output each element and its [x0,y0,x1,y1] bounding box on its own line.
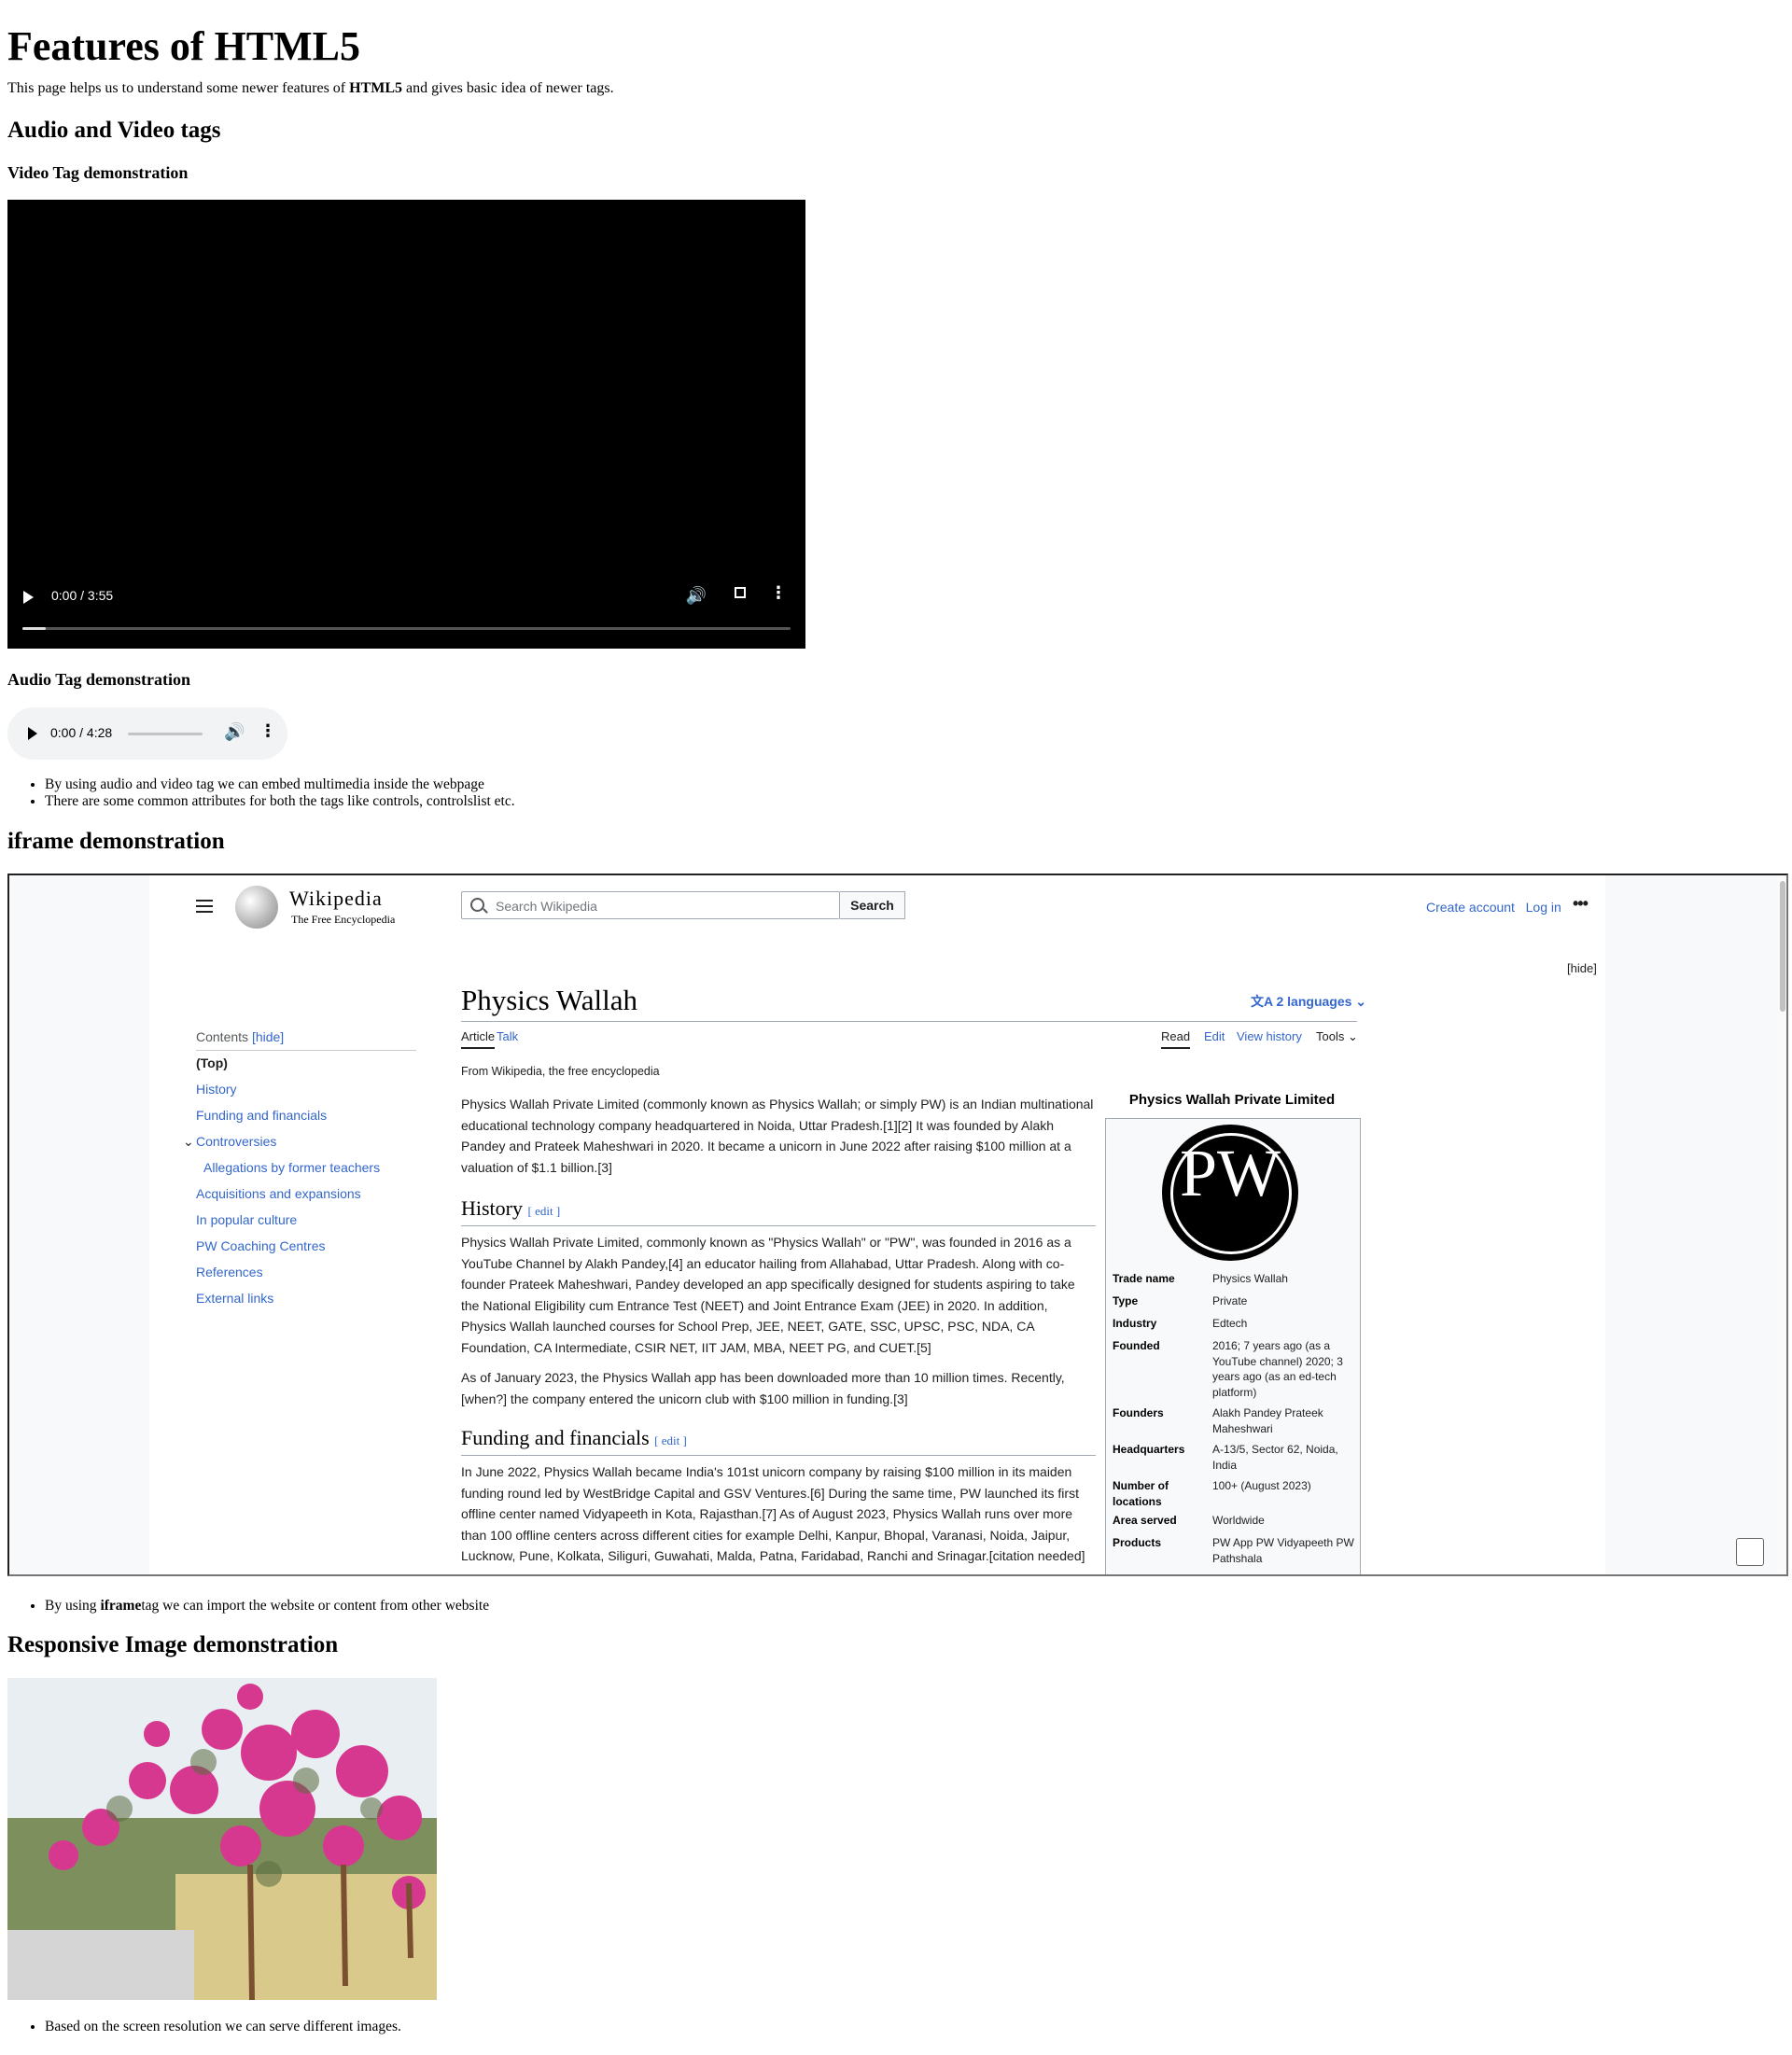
tab-read[interactable]: Read [1161,1029,1191,1049]
history-paragraph-2: As of January 2023, the Physics Wallah a… [461,1370,1065,1406]
list-item: Based on the screen resolution we can se… [45,2019,401,2035]
embedded-iframe[interactable]: Wikipedia The Free Encyclopedia Search W… [7,874,1788,1576]
account-links: Create account Log in [1426,900,1561,915]
bougainvillea-photo [7,1678,437,2000]
toc-item[interactable]: (Top) [196,1055,228,1070]
wikipedia-wordmark[interactable]: Wikipedia [289,887,383,911]
iframe-heading: iframe demonstration [7,829,225,854]
contents-hide-link[interactable]: [hide] [252,1029,284,1044]
list-item: By using iframetag we can import the web… [45,1598,489,1615]
video-progress-bar[interactable] [22,627,791,630]
wikipedia-globe-logo[interactable] [235,886,278,929]
toc-item[interactable]: Allegations by former teachers [203,1160,380,1175]
audio-player[interactable]: 0:00 / 4:28 🔊 ⋮ [7,707,287,760]
tab-view-history[interactable]: View history [1237,1029,1302,1043]
tab-tools[interactable]: Tools ⌄ [1316,1029,1358,1044]
wikipedia-page: Wikipedia The Free Encyclopedia Search W… [149,875,1605,1574]
video-heading: Video Tag demonstration [7,163,189,182]
responsive-heading: Responsive Image demonstration [7,1632,339,1657]
intro-text: This page helps us to understand some ne… [7,80,614,96]
video-time: 0:00 / 3:55 [51,588,114,603]
history-paragraph: Physics Wallah Private Limited, commonly… [461,1235,1075,1355]
article-source-note: From Wikipedia, the free encyclopedia [461,1065,660,1078]
photo-graphic [7,1678,437,2000]
av-bullets: By using audio and video tag we can embe… [7,776,515,810]
languages-button[interactable]: 文A 2 languages ⌄ [1251,992,1366,1011]
more-options-icon[interactable]: ⋮ [770,585,787,602]
audio-time: 0:00 / 4:28 [50,725,113,740]
av-heading: Audio and Video tags [7,118,221,143]
tab-edit[interactable]: Edit [1204,1029,1225,1043]
search-placeholder: Search Wikipedia [496,899,597,914]
translate-icon: 文A [1251,994,1273,1009]
video-controls: 0:00 / 3:55 🔊 ⋮ [7,574,805,649]
history-heading: History [ edit ] [461,1196,561,1220]
toc-item[interactable]: Acquisitions and expansions [196,1186,361,1201]
menu-icon[interactable] [196,900,213,916]
audio-heading: Audio Tag demonstration [7,670,191,689]
edit-link[interactable]: [ edit ] [654,1433,687,1447]
audio-progress-bar[interactable] [128,733,203,735]
infobox: PW Trade name Physics Wallah Type Private … [1105,1118,1361,1574]
responsive-bullets: Based on the screen resolution we can se… [7,2019,401,2035]
search-button[interactable]: Search [840,891,905,919]
tab-article[interactable]: Article [461,1029,496,1049]
toc-item[interactable]: References [196,1265,263,1279]
tab-talk[interactable]: Talk [497,1029,518,1043]
page-title: Features of HTML5 [7,23,361,69]
toc-item[interactable]: Funding and financials [196,1108,327,1123]
fullscreen-icon[interactable] [1736,1538,1764,1566]
list-item: By using audio and video tag we can embe… [45,776,515,793]
video-progress-fill [22,627,46,630]
infobox-title: Physics Wallah Private Limited [1128,1092,1336,1108]
contents-label: Contents [hide] [196,1029,285,1044]
toc-item[interactable]: Controversies [196,1134,276,1149]
lead-paragraph: Physics Wallah Private Limited (commonly… [461,1097,1094,1175]
search-input[interactable]: Search Wikipedia [461,891,840,919]
toc-item[interactable]: PW Coaching Centres [196,1238,326,1253]
hide-link[interactable]: [hide] [1567,961,1597,975]
list-item: There are some common attributes for bot… [45,793,515,810]
volume-icon[interactable]: 🔊 [686,586,707,606]
video-player[interactable]: 0:00 / 3:55 🔊 ⋮ [7,200,805,649]
more-options-icon[interactable]: ••• [1573,894,1589,914]
create-account-link[interactable]: Create account [1426,900,1515,915]
pw-logo: PW [1162,1125,1298,1261]
toc-item[interactable]: External links [196,1291,273,1306]
play-icon[interactable] [23,591,34,604]
wikipedia-tagline: The Free Encyclopedia [291,913,396,926]
toc-item[interactable]: History [196,1082,237,1097]
search-icon [470,898,484,912]
more-options-icon[interactable]: ⋮ [259,723,276,740]
iframe-bullets: By using iframetag we can import the web… [7,1598,489,1615]
login-link[interactable]: Log in [1526,900,1561,915]
chevron-down-icon[interactable]: ⌄ [183,1134,194,1150]
article-title: Physics Wallah [461,984,637,1016]
funding-paragraph: In June 2022, Physics Wallah became Indi… [461,1464,1085,1563]
edit-link[interactable]: [ edit ] [528,1204,561,1218]
iframe-scrollbar[interactable] [1777,875,1786,1574]
play-icon[interactable] [28,727,37,740]
fullscreen-icon[interactable] [735,587,746,598]
scrollbar-thumb[interactable] [1780,881,1785,1012]
volume-icon[interactable]: 🔊 [224,722,245,742]
funding-heading: Funding and financials [ edit ] [461,1426,687,1449]
toc-item[interactable]: In popular culture [196,1212,297,1227]
